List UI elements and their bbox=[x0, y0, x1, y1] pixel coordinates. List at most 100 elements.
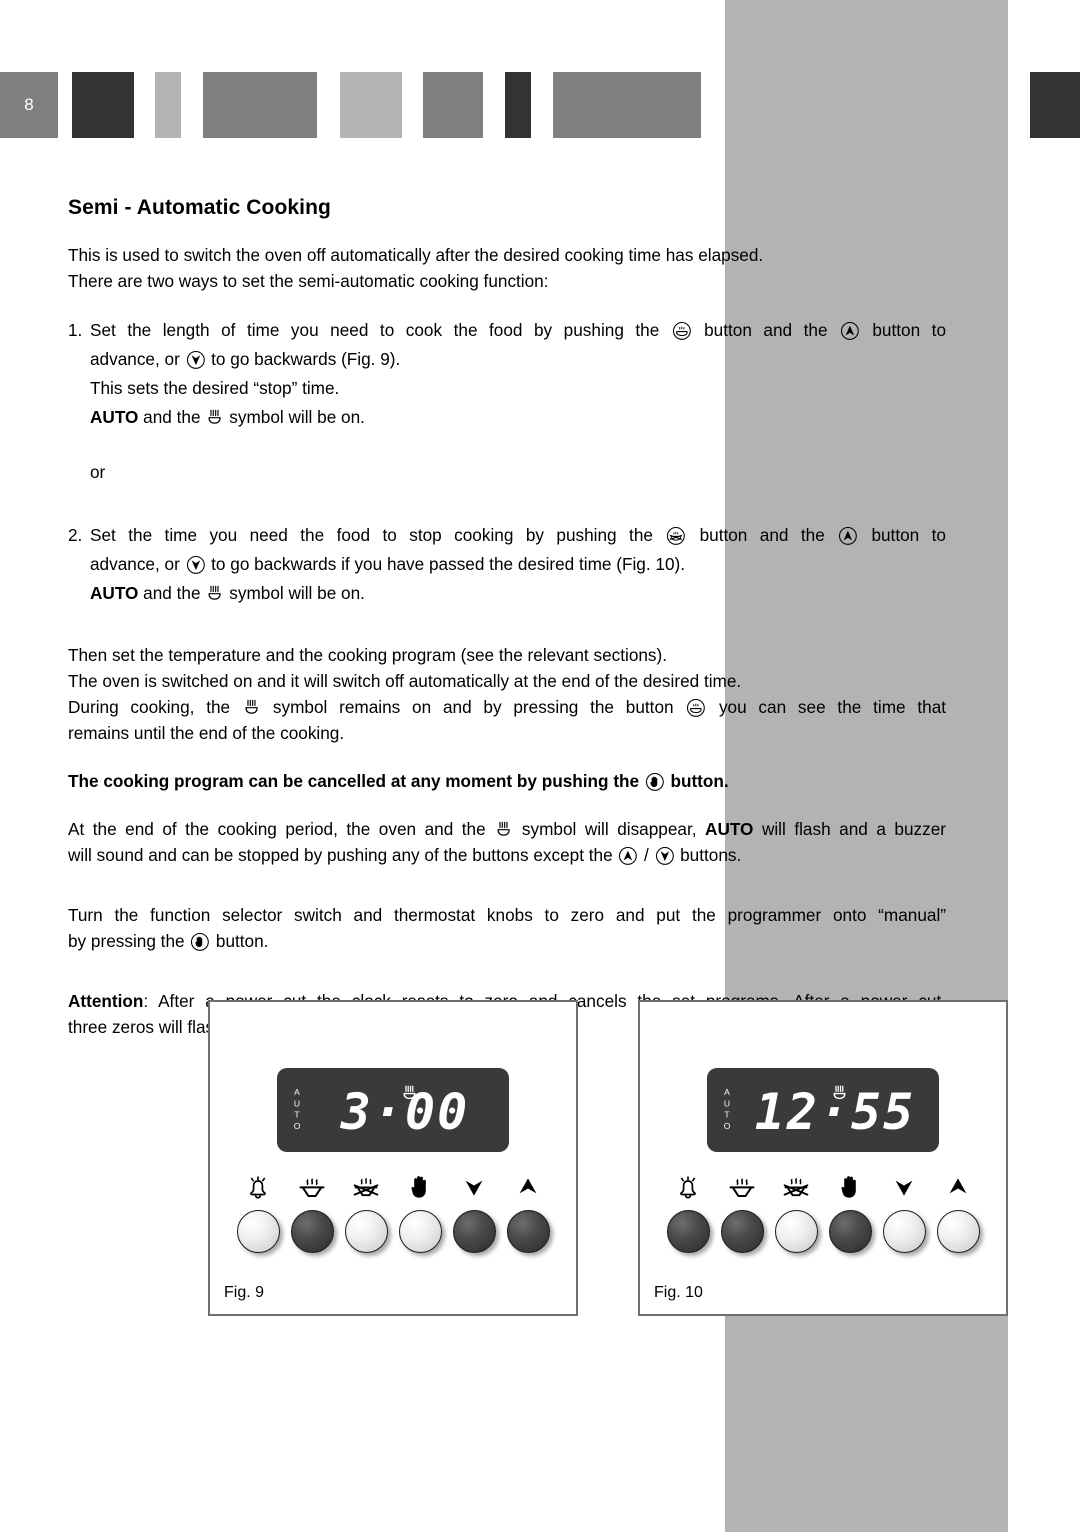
auto-indicator: AUTO bbox=[292, 1087, 302, 1133]
programmer-button-cell bbox=[502, 1170, 554, 1253]
chevron-up-icon bbox=[941, 1170, 975, 1204]
header-block-10 bbox=[1030, 72, 1080, 138]
hand-icon bbox=[403, 1170, 437, 1204]
programmer-button-cell bbox=[394, 1170, 446, 1253]
body-p2-line2: will sound and can be stopped by pushing… bbox=[68, 842, 946, 868]
programmer-button-cell bbox=[716, 1170, 768, 1253]
step-1-line-a-text3: button to bbox=[872, 320, 947, 340]
programmer-knob-bell[interactable] bbox=[236, 1210, 280, 1253]
step-1-line-a-text2: button and the bbox=[704, 320, 828, 340]
step-2-line-d-text1: and the bbox=[143, 583, 201, 603]
header-block-2 bbox=[72, 72, 134, 138]
or-separator: or bbox=[68, 458, 946, 487]
display-pot-steam-icon bbox=[831, 1082, 848, 1101]
body-p3-line2-text2: button. bbox=[215, 931, 269, 951]
figures-area: AUTO 3·00 Fig. 9 AUTO 12·55 Fig. 10 bbox=[0, 1000, 1080, 1320]
pot-steam-symbol-icon bbox=[206, 582, 223, 602]
programmer-knob-chevron-up[interactable] bbox=[506, 1210, 550, 1253]
step-2-line-a: Set the time you need the food to stop c… bbox=[90, 521, 946, 550]
figure-9: AUTO 3·00 Fig. 9 bbox=[208, 1000, 578, 1316]
programmer-knob-hand[interactable] bbox=[828, 1210, 872, 1253]
programmer-knob-chevron-down[interactable] bbox=[452, 1210, 496, 1253]
pot-crossed-circled-icon bbox=[666, 526, 686, 546]
step-1-line-d: AUTO and the symbol will be on. bbox=[90, 403, 946, 432]
cancel-program-heading: The cooking program can be cancelled at … bbox=[68, 768, 946, 794]
step-2-number: 2. bbox=[68, 525, 83, 545]
body-p2-line1-text1: At the end of the cooking period, the ov… bbox=[68, 819, 486, 839]
programmer-button-cell bbox=[448, 1170, 500, 1253]
step-2-line-d: AUTO and the symbol will be on. bbox=[90, 579, 946, 608]
intro-line-2: There are two ways to set the semi-autom… bbox=[68, 271, 549, 291]
programmer-button-row bbox=[662, 1170, 984, 1253]
step-1-line-b-text1: advance, or bbox=[90, 349, 180, 369]
step-1-line-a-text1: Set the length of time you need to cook … bbox=[90, 320, 660, 340]
body-p1-line3-text1: During cooking, the bbox=[68, 697, 231, 717]
step-1-line-b-text2: to go backwards (Fig. 9). bbox=[211, 349, 401, 369]
cancel-heading-text1: The cooking program can be cancelled at … bbox=[68, 771, 640, 791]
step-2-line-a-text3: button to bbox=[871, 525, 946, 545]
step-1-line-c: This sets the desired “stop” time. bbox=[90, 378, 340, 398]
body-p3-line2: by pressing the button. bbox=[68, 928, 946, 954]
pot-steam-icon bbox=[295, 1170, 329, 1204]
auto-indicator-text: AUTO bbox=[705, 819, 754, 839]
or-text: or bbox=[90, 462, 106, 482]
programmer-knob-hand[interactable] bbox=[398, 1210, 442, 1253]
chevron-down-circled-icon bbox=[655, 846, 675, 866]
programmer-knob-bell[interactable] bbox=[666, 1210, 710, 1253]
body-p1-line3-text2: symbol remains on and by pressing the bu… bbox=[272, 697, 674, 717]
programmer-button-cell bbox=[878, 1170, 930, 1253]
header-decoration-bar bbox=[0, 72, 1080, 138]
header-block-8 bbox=[553, 72, 701, 138]
pot-steam-symbol-icon bbox=[206, 406, 223, 426]
body-p1-line1: Then set the temperature and the cooking… bbox=[68, 645, 668, 665]
icon-separator: / bbox=[643, 845, 649, 865]
body-p1-line2: The oven is switched on and it will swit… bbox=[68, 671, 742, 691]
step-2-line-b: advance, or to go backwards if you have … bbox=[90, 550, 946, 579]
body-p2-line1-text2: symbol will disappear, bbox=[521, 819, 697, 839]
step-2-line-b-text2: to go backwards if you have passed the d… bbox=[211, 554, 686, 574]
header-block-5 bbox=[340, 72, 402, 138]
programmer-knob-pot-crossed[interactable] bbox=[774, 1210, 818, 1253]
programmer-knob-pot-steam[interactable] bbox=[290, 1210, 334, 1253]
page-number: 8 bbox=[24, 95, 34, 114]
step-2: 2. Set the time you need the food to sto… bbox=[68, 521, 946, 608]
step-2-line-d-text2: symbol will be on. bbox=[229, 583, 365, 603]
pot-steam-circled-icon bbox=[672, 321, 692, 341]
body-p1-line4: remains until the end of the cooking. bbox=[68, 723, 345, 743]
programmer-button-cell bbox=[770, 1170, 822, 1253]
step-1-line-a: Set the length of time you need to cook … bbox=[90, 316, 946, 345]
step-1-line-b: advance, or to go backwards (Fig. 9). bbox=[90, 345, 946, 374]
hand-circled-icon bbox=[645, 772, 665, 792]
intro-line-1: This is used to switch the oven off auto… bbox=[68, 245, 764, 265]
programmer-knob-pot-crossed[interactable] bbox=[344, 1210, 388, 1253]
display-pot-steam-icon bbox=[401, 1082, 418, 1101]
programmer-button-cell bbox=[932, 1170, 984, 1253]
auto-indicator-text: AUTO bbox=[90, 583, 139, 603]
programmer-knob-chevron-down[interactable] bbox=[882, 1210, 926, 1253]
body-p1-line3-text3: you can see the time that bbox=[718, 697, 947, 717]
step-1-number: 1. bbox=[68, 320, 83, 340]
pot-steam-circled-icon bbox=[686, 698, 706, 718]
programmer-knob-chevron-up[interactable] bbox=[936, 1210, 980, 1253]
chevron-down-icon bbox=[887, 1170, 921, 1204]
programmer-display: AUTO 12·55 bbox=[707, 1068, 939, 1152]
step-1: 1. Set the length of time you need to co… bbox=[68, 316, 946, 432]
auto-indicator: AUTO bbox=[722, 1087, 732, 1133]
bell-icon bbox=[241, 1170, 275, 1204]
header-block-3 bbox=[155, 72, 181, 138]
pot-steam-icon bbox=[725, 1170, 759, 1204]
step-2-line-b-text1: advance, or bbox=[90, 554, 180, 574]
body-p3-line2-text1: by pressing the bbox=[68, 931, 185, 951]
chevron-up-circled-icon bbox=[838, 526, 858, 546]
hand-circled-icon bbox=[190, 932, 210, 952]
display-digits-wrap: 12·55 bbox=[731, 1068, 939, 1152]
chevron-up-icon bbox=[511, 1170, 545, 1204]
programmer-button-row bbox=[232, 1170, 554, 1253]
chevron-up-circled-icon bbox=[618, 846, 638, 866]
programmer-button-cell bbox=[340, 1170, 392, 1253]
figure-caption: Fig. 10 bbox=[654, 1284, 703, 1301]
step-2-line-a-text2: button and the bbox=[699, 525, 825, 545]
programmer-button-cell bbox=[662, 1170, 714, 1253]
body-p2-line1: At the end of the cooking period, the ov… bbox=[68, 816, 946, 842]
programmer-knob-pot-steam[interactable] bbox=[720, 1210, 764, 1253]
